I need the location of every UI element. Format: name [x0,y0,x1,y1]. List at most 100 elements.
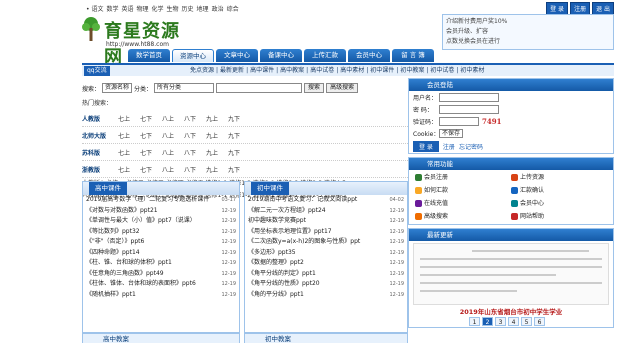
search-button[interactable]: 搜索 [304,83,325,93]
list-item[interactable]: 《数据的整理》ppt2 12-19 [245,258,407,269]
item-title[interactable]: 《随机抽样》ppt1 [86,290,136,301]
panel-title[interactable]: 高中课件 [89,182,127,195]
captcha-code[interactable]: 7491 [482,117,501,126]
sub-nav-link[interactable]: 免点资源 [190,67,214,74]
item-title[interactable]: 《单调性与最大（小）值》ppt7（说课） [86,216,196,227]
item-title[interactable]: 《用坐标表示地理位置》ppt17 [248,227,332,238]
list-item[interactable]: 《单调性与最大（小）值》ppt7（说课） 12-19 [83,216,239,227]
subject-link[interactable]: 生物 [167,6,179,13]
function-link[interactable]: 汇款确认 [511,185,607,196]
grade-link[interactable]: 八下 [184,114,206,123]
list-item[interactable]: 《对数与对数函数》ppt21 12-19 [83,206,239,217]
grade-link[interactable]: 七上 [118,131,140,140]
grade-link[interactable]: 八下 [184,165,206,174]
grade-link[interactable]: 九下 [228,131,250,140]
list-item[interactable]: 《角平分线的判定》ppt1 12-19 [245,269,407,280]
item-title[interactable]: 《二次函数y=a(x-h)2的图象与性质》ppt [248,237,360,248]
nav-tab[interactable]: 数学首页 [128,49,170,62]
item-title[interactable]: 《任意角的三角函数》ppt49 [86,269,164,280]
function-link[interactable]: 网站帮助 [511,211,607,222]
sub-nav-link[interactable]: 高中教案 [280,67,304,74]
sub-nav-link[interactable]: 初中素材 [460,67,484,74]
bottom-tab-mid[interactable]: 初中教案 [244,333,408,343]
item-title[interactable]: 《角平分线的性质》ppt20 [248,279,320,290]
list-item[interactable]: 《角平分线的性质》ppt20 12-19 [245,279,407,290]
item-title[interactable]: 《四种命题》ppt14 [86,248,140,259]
item-title[interactable]: 《数据的整理》ppt2 [248,258,304,269]
function-link[interactable]: 在线充值 [415,198,511,209]
notice-item[interactable]: 点数兑换会员在进行 [446,37,610,47]
forgot-password-link[interactable]: 忘记密码 [459,142,483,151]
grade-link[interactable]: 七下 [140,165,162,174]
advanced-search-button[interactable]: 高级搜索 [326,83,359,93]
list-item[interactable]: 《解二元一次方程组》ppt24 12-19 [245,206,407,217]
nav-tab[interactable]: 留 言 簿 [392,49,434,62]
subject-link[interactable]: 政治 [212,6,224,13]
register-link[interactable]: 注册 [443,142,455,151]
captcha-input[interactable] [439,116,479,126]
grade-link[interactable]: 九下 [228,114,250,123]
sub-nav-link[interactable]: 初中试卷 [430,67,454,74]
grade-link[interactable]: 九下 [228,165,250,174]
edition-name[interactable]: 苏科版 [82,148,118,157]
subject-link[interactable]: 英语 [121,6,133,13]
edition-name[interactable]: 人教版 [82,114,118,123]
list-item[interactable]: 《角的平分线》ppt1 12-19 [245,290,407,301]
list-item[interactable]: 《任意角的三角函数》ppt49 12-19 [83,269,239,280]
search-category-select[interactable]: 所有分类 [154,83,215,93]
latest-caption[interactable]: 2019年山东省烟台市初中学生学业 [409,307,613,317]
item-title[interactable]: 初中趣味数学竞赛ppt [248,216,306,227]
edition-name[interactable]: 浙教版 [82,165,118,174]
grade-link[interactable]: 九上 [206,148,228,157]
list-item[interactable]: 《二次函数y=a(x-h)2的图象与性质》ppt 12-19 [245,237,407,248]
pager-button[interactable]: 6 [534,317,545,326]
list-item[interactable]: 《等比数列》ppt32 12-19 [83,227,239,238]
sub-nav-link[interactable]: 初中教案 [400,67,424,74]
item-title[interactable]: 2019湖南中考语文复习：记叙文阅读ppt [248,195,357,206]
list-item[interactable]: 初中趣味数学竞赛ppt 12-19 [245,216,407,227]
item-title[interactable]: 《柱、锥、台和球的体积》ppt1 [86,258,172,269]
grade-link[interactable]: 七上 [118,114,140,123]
item-title[interactable]: 《"非"（否定）》ppt6 [86,237,144,248]
sub-nav-link[interactable]: 高中课件 [250,67,274,74]
nav-tab[interactable]: 上传汇款 [304,49,346,62]
item-title[interactable]: 《解二元一次方程组》ppt24 [248,206,326,217]
function-link[interactable]: 高级搜索 [415,211,511,222]
function-link[interactable]: 会员中心 [511,198,607,209]
sub-nav-link[interactable]: 高中试卷 [310,67,334,74]
search-type-select[interactable]: 资源名称 [102,83,133,93]
function-link[interactable]: 如何汇款 [415,185,511,196]
item-title[interactable]: 《等比数列》ppt32 [86,227,140,238]
grade-link[interactable]: 八下 [184,131,206,140]
item-title[interactable]: 2019届高考数学（理）二轮复习专题透析课件 [86,195,209,206]
subject-link[interactable]: 地理 [197,6,209,13]
pager-button[interactable]: 5 [521,317,532,326]
login-button[interactable]: 登 录 [413,140,439,152]
list-item[interactable]: 《四种命题》ppt14 12-19 [83,248,239,259]
grade-link[interactable]: 八上 [162,131,184,140]
item-title[interactable]: 《对数与对数函数》ppt21 [86,206,158,217]
grade-link[interactable]: 七下 [140,114,162,123]
notice-item[interactable]: 会员升级、扩容 [446,27,610,37]
pager-button[interactable]: 1 [469,317,480,326]
nav-tab[interactable]: 资源中心 [172,49,214,62]
password-input[interactable] [439,104,499,114]
grade-link[interactable]: 七下 [140,148,162,157]
sub-nav-link[interactable]: 高中素材 [340,67,364,74]
item-title[interactable]: 《角的平分线》ppt1 [248,290,304,301]
subject-link[interactable]: 数学 [106,6,118,13]
nav-tab[interactable]: 会员中心 [348,49,390,62]
grade-link[interactable]: 七上 [118,148,140,157]
qq-chat-button[interactable]: qq交流 [84,66,110,76]
grade-link[interactable]: 九上 [206,165,228,174]
list-item[interactable]: 《"非"（否定）》ppt6 12-19 [83,237,239,248]
search-input[interactable] [216,83,303,93]
pager-button[interactable]: 3 [495,317,506,326]
function-link[interactable]: 会员注册 [415,172,511,183]
nav-tab[interactable]: 文章中心 [216,49,258,62]
grade-link[interactable]: 八上 [162,114,184,123]
username-input[interactable] [439,92,499,102]
latest-thumbnail[interactable] [413,243,609,305]
grade-link[interactable]: 九上 [206,131,228,140]
grade-link[interactable]: 七上 [118,165,140,174]
